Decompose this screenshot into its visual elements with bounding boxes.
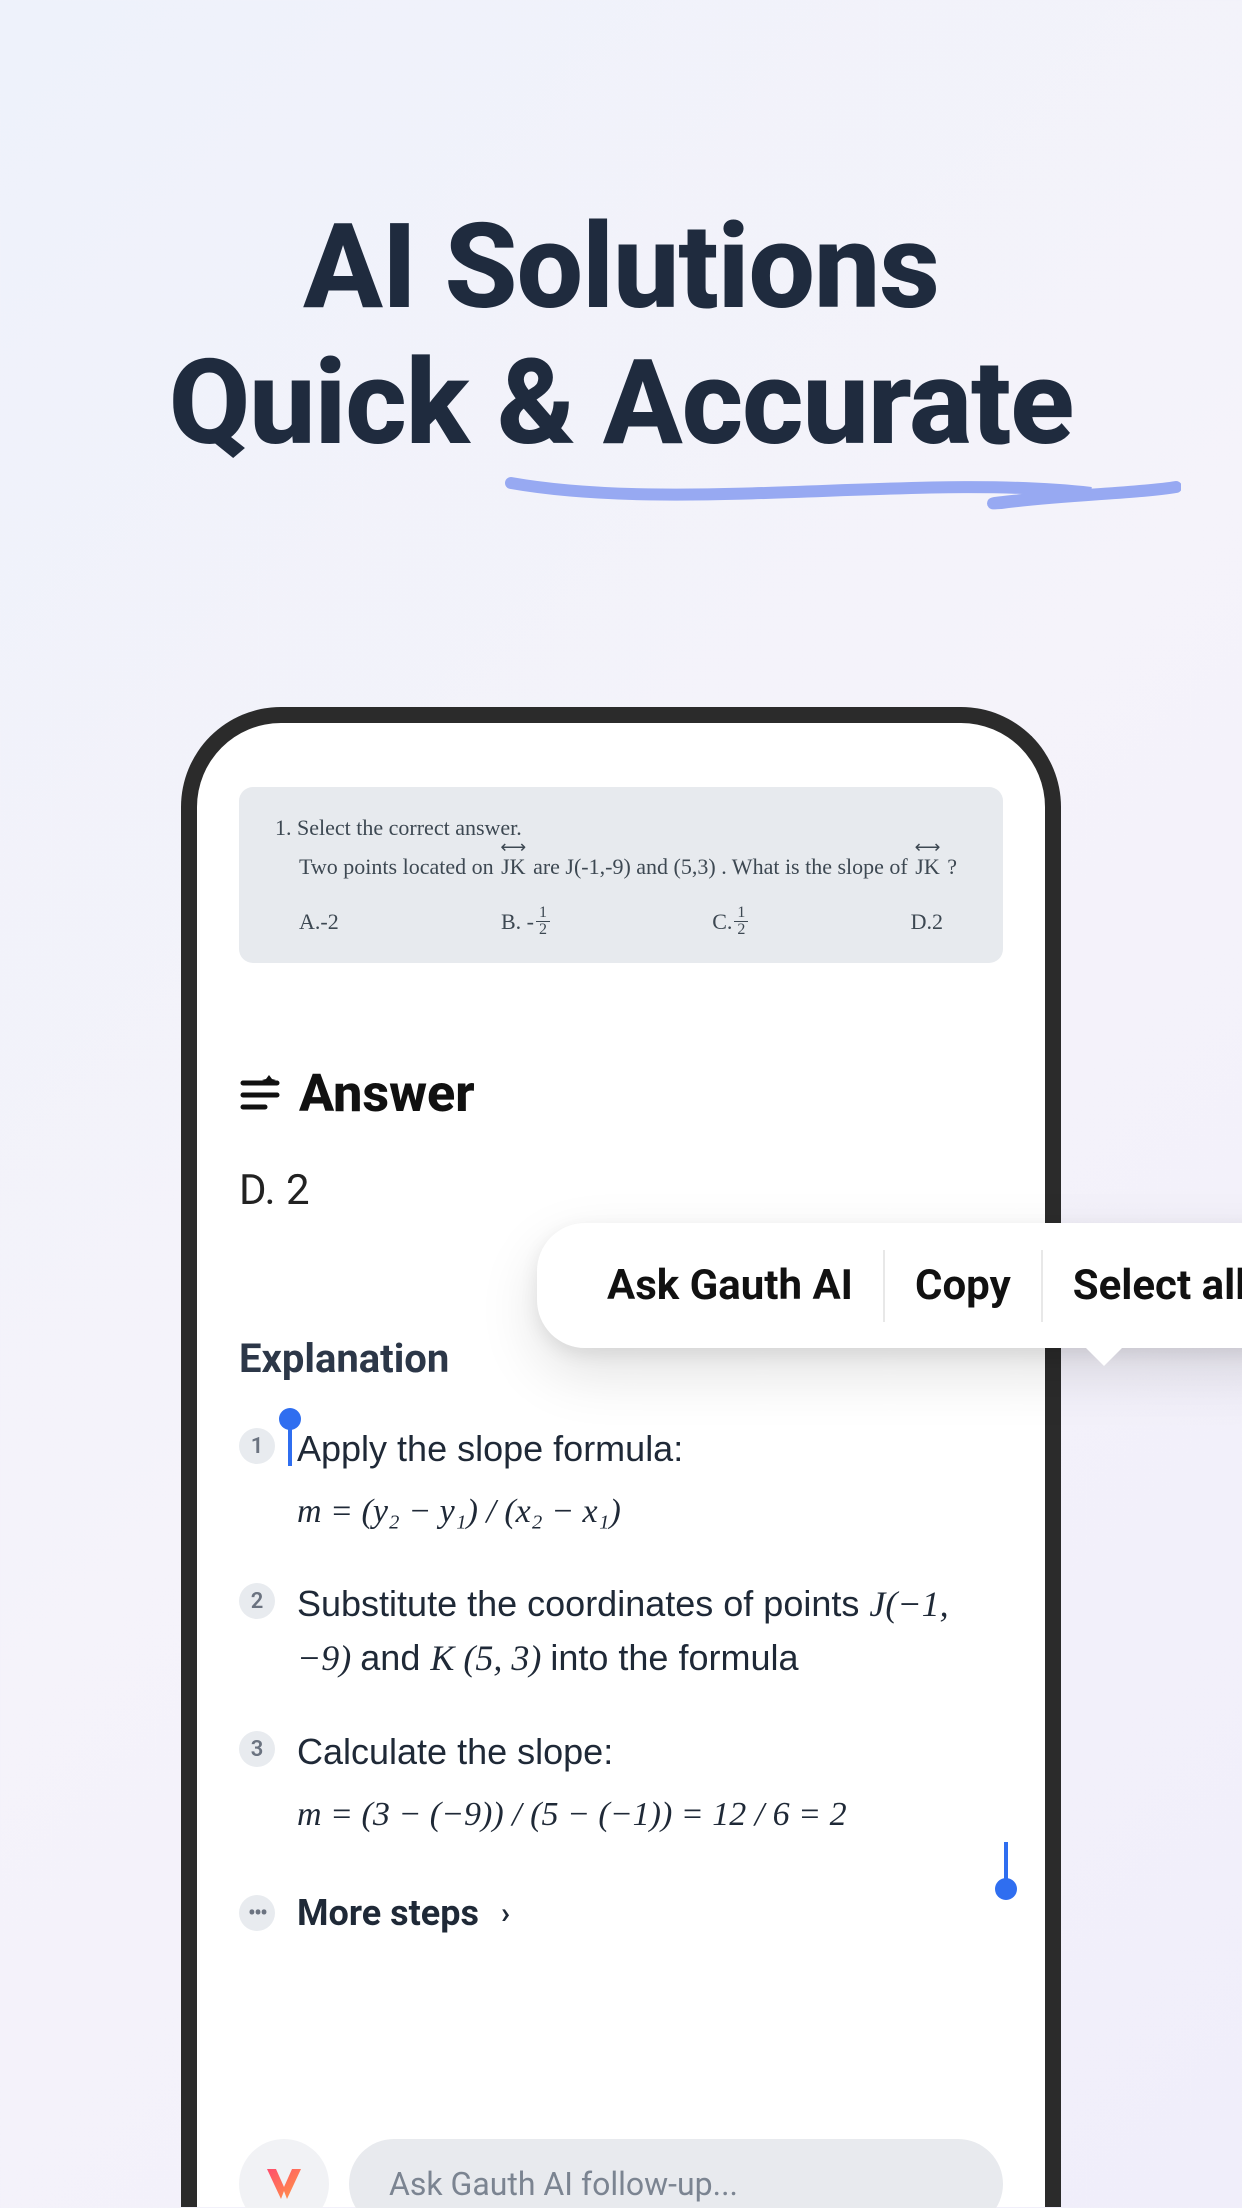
select-all-button[interactable]: Select all: [1043, 1247, 1242, 1324]
question-options: A. -2 B. - 12 C. 12 D. 2: [299, 905, 943, 940]
chevron-right-icon: ›: [501, 1896, 510, 1931]
hero-underline-decoration: [501, 463, 1181, 527]
selection-handle-end[interactable]: [995, 1878, 1017, 1900]
answer-header: Answer: [239, 1063, 1003, 1124]
step-number-badge: 2: [239, 1583, 275, 1619]
line-jk-symbol: JK: [913, 849, 941, 884]
step-heading: Apply the slope formula:: [297, 1422, 683, 1476]
followup-placeholder: Ask Gauth AI follow-up...: [389, 2165, 738, 2203]
line-jk-symbol: JK: [499, 849, 527, 884]
followup-bar: Ask Gauth AI follow-up...: [239, 2139, 1003, 2208]
followup-input[interactable]: Ask Gauth AI follow-up...: [349, 2139, 1003, 2208]
gauth-brand-icon[interactable]: [239, 2139, 329, 2208]
question-prompt: 1. Select the correct answer.: [275, 815, 967, 841]
step-formula: m = (3 − (−9)) / (5 − (−1)) = 12 / 6 = 2: [297, 1789, 847, 1840]
ellipsis-icon: •••: [239, 1895, 275, 1931]
answer-value: D. 2: [239, 1166, 310, 1215]
more-steps-button[interactable]: ••• More steps ›: [239, 1892, 1003, 1934]
option-b: B. - 12: [501, 905, 550, 940]
option-d: D. 2: [911, 905, 943, 940]
step-2: 2 Substitute the coordinates of points J…: [239, 1577, 1003, 1685]
step-formula: m = (y₂ − y₁) / (x₂ − x₁): [297, 1486, 683, 1537]
hero-title: AI Solutions Quick & Accurate: [169, 200, 1074, 471]
copy-button[interactable]: Copy: [885, 1247, 1041, 1324]
question-body: Two points located on JK are J(-1,-9) an…: [299, 849, 967, 884]
ask-gauth-ai-button[interactable]: Ask Gauth AI: [577, 1247, 883, 1324]
step-heading: Calculate the slope:: [297, 1725, 847, 1779]
more-steps-label: More steps: [297, 1892, 479, 1934]
step-3: 3 Calculate the slope: m = (3 − (−9)) / …: [239, 1725, 1003, 1840]
step-number-badge: 3: [239, 1731, 275, 1767]
option-a: A. -2: [299, 905, 339, 940]
question-card: 1. Select the correct answer. Two points…: [239, 787, 1003, 963]
phone-mockup-frame: 1. Select the correct answer. Two points…: [181, 707, 1061, 2207]
step-number-badge: 1: [239, 1428, 275, 1464]
text-selection-context-menu: Ask Gauth AI Copy Select all: [537, 1223, 1242, 1348]
answer-list-icon: [239, 1073, 281, 1115]
step-text: Substitute the coordinates of points: [297, 1583, 869, 1624]
step-1: 1 Apply the slope formula: m = (y₂ − y₁)…: [239, 1422, 1003, 1537]
option-c: C. 12: [712, 905, 748, 940]
hero-line1: AI Solutions: [169, 200, 1074, 336]
explanation-steps: 1 Apply the slope formula: m = (y₂ − y₁)…: [239, 1422, 1003, 1840]
hero-line2: Quick & Accurate: [169, 336, 1074, 472]
answer-title: Answer: [299, 1063, 475, 1124]
selection-handle-start[interactable]: [279, 1408, 301, 1430]
